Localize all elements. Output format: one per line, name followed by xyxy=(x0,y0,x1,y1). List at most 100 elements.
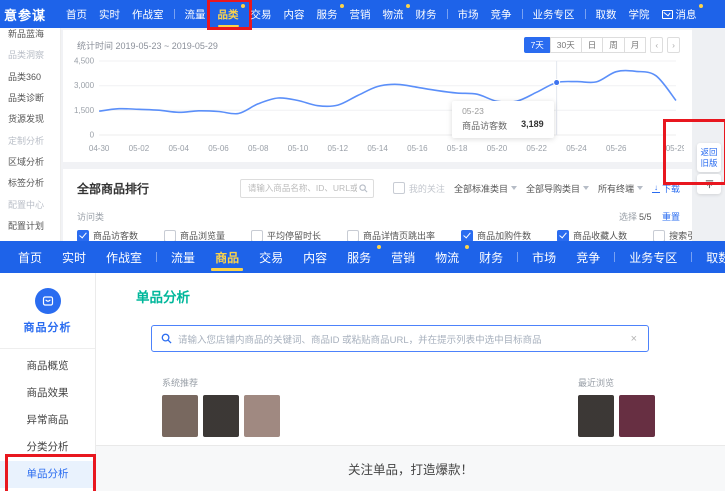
range-button-day[interactable]: 日 xyxy=(581,37,604,53)
nav-item-business-zone[interactable]: 业务专区 xyxy=(527,0,581,28)
metric-checkbox-page-views[interactable]: 商品浏览量 xyxy=(164,229,225,241)
nav-divider xyxy=(156,252,157,262)
nav-item-academy[interactable]: 学院 xyxy=(623,0,656,28)
sidebar-item-product-effect[interactable]: 商品效果 xyxy=(0,380,95,407)
sidebar-item-category-analysis[interactable]: 分类分析 xyxy=(0,434,95,461)
nav-item-category[interactable]: 品类 xyxy=(212,0,245,28)
chevron-down-icon xyxy=(583,186,589,190)
product-thumbnail[interactable] xyxy=(162,395,198,437)
metric-checkbox-row: 商品访客数商品浏览量平均停留时长商品详情页跳出率商品加购件数商品收藏人数搜索引导… xyxy=(77,229,680,241)
sidebar-item-abnormal-product[interactable]: 异常商品 xyxy=(0,407,95,434)
system-recommendation-thumbnails xyxy=(162,395,280,437)
metric-checkbox-detail-bounce-rate[interactable]: 商品详情页跳出率 xyxy=(347,229,435,241)
my-focus-checkbox[interactable]: 我的关注 xyxy=(393,182,445,195)
range-button-next[interactable]: › xyxy=(667,37,680,53)
nav-item-label: 竞争 xyxy=(576,249,600,266)
download-button[interactable]: ↓下载 xyxy=(652,182,680,195)
range-button-prev[interactable]: ‹ xyxy=(650,37,663,53)
recommendation-row: 系统推荐 最近浏览 xyxy=(162,376,725,437)
product-thumbnail[interactable] xyxy=(619,395,655,437)
nav-item-traffic[interactable]: 流量 xyxy=(161,241,205,273)
back-to-top-button[interactable] xyxy=(697,174,721,194)
nav-item-marketing[interactable]: 营销 xyxy=(344,0,377,28)
range-button-30d[interactable]: 30天 xyxy=(550,37,582,53)
nav-item-finance[interactable]: 财务 xyxy=(410,0,443,28)
app-logo: 意参谋 xyxy=(4,5,46,24)
product-search-box[interactable]: 请输入您店铺内商品的关键词、商品ID 或粘贴商品URL，并在提示列表中选中目标商… xyxy=(151,325,649,352)
sidebar-item-product-overview[interactable]: 商品概览 xyxy=(0,353,95,380)
metric-group-row: 访问类 选择5/5 重置 xyxy=(77,210,680,223)
svg-text:05-29: 05-29 xyxy=(666,144,684,153)
range-button-month[interactable]: 月 xyxy=(624,37,647,53)
nav-item-competition[interactable]: 竞争 xyxy=(485,0,518,28)
clear-search-icon[interactable]: × xyxy=(629,333,639,345)
notification-dot-icon xyxy=(699,4,703,8)
nav-item-service[interactable]: 服务 xyxy=(337,241,381,273)
nav-item-message[interactable]: 消息 xyxy=(656,0,703,28)
nav-item-label: 营销 xyxy=(350,7,371,22)
svg-text:05-26: 05-26 xyxy=(606,144,627,153)
nav-item-competition[interactable]: 竞争 xyxy=(566,241,610,273)
nav-item-logistics[interactable]: 物流 xyxy=(377,0,410,28)
nav-item-label: 营销 xyxy=(391,249,415,266)
nav-item-logistics[interactable]: 物流 xyxy=(425,241,469,273)
sidebar-item-category-360[interactable]: 品类360 xyxy=(0,66,60,87)
my-focus-label: 我的关注 xyxy=(409,182,445,195)
nav-item-home[interactable]: 首页 xyxy=(60,0,93,28)
nav-item-market[interactable]: 市场 xyxy=(522,241,566,273)
range-button-week[interactable]: 周 xyxy=(602,37,625,53)
metric-checkbox-visitor-count[interactable]: 商品访客数 xyxy=(77,229,138,241)
back-to-old-version-button[interactable]: 返回 旧版 xyxy=(697,143,721,172)
sidebar-item-new-blue-ocean[interactable]: 新品蓝海 xyxy=(0,28,60,44)
nav-item-war-room[interactable]: 作战室 xyxy=(126,0,170,28)
ranking-search-box[interactable] xyxy=(240,179,374,198)
filter-dropdown-standard-category[interactable]: 全部标准类目 xyxy=(454,182,517,195)
product-thumbnail[interactable] xyxy=(578,395,614,437)
sidebar-item-config-center: 配置中心 xyxy=(0,193,60,214)
sidebar-item-region-analysis[interactable]: 区域分析 xyxy=(0,151,60,172)
nav-item-war-room[interactable]: 作战室 xyxy=(96,241,152,273)
nav-item-realtime[interactable]: 实时 xyxy=(52,241,96,273)
nav-item-content[interactable]: 内容 xyxy=(293,241,337,273)
sidebar-item-tag-analysis[interactable]: 标签分析 xyxy=(0,172,60,193)
product-thumbnail[interactable] xyxy=(244,395,280,437)
range-button-7d[interactable]: 7天 xyxy=(524,37,551,53)
nav-item-product[interactable]: 商品 xyxy=(205,241,249,273)
nav-item-data-fetch[interactable]: 取数 xyxy=(696,241,725,273)
nav-item-traffic[interactable]: 流量 xyxy=(179,0,212,28)
download-icon: ↓ xyxy=(652,184,660,193)
filter-dropdown-guide-category[interactable]: 全部导购类目 xyxy=(526,182,589,195)
nav-item-home[interactable]: 首页 xyxy=(8,241,52,273)
nav-item-trade[interactable]: 交易 xyxy=(249,241,293,273)
sidebar-item-category-diagnosis[interactable]: 品类诊断 xyxy=(0,87,60,108)
nav-item-data-fetch[interactable]: 取数 xyxy=(590,0,623,28)
nav-divider xyxy=(691,252,692,262)
nav-item-finance[interactable]: 财务 xyxy=(469,241,513,273)
nav-item-market[interactable]: 市场 xyxy=(452,0,485,28)
metric-checkbox-cart-add-items[interactable]: 商品加购件数 xyxy=(461,229,531,241)
ranking-search-input[interactable] xyxy=(246,182,359,194)
sidebar-item-single-product-analysis[interactable]: 单品分析 xyxy=(0,461,95,488)
search-icon xyxy=(359,184,368,193)
system-recommendation-label: 系统推荐 xyxy=(162,376,280,389)
nav-item-realtime[interactable]: 实时 xyxy=(93,0,126,28)
tooltip-metric-label: 商品访客数 xyxy=(462,119,507,132)
nav-item-trade[interactable]: 交易 xyxy=(245,0,278,28)
product-thumbnail[interactable] xyxy=(203,395,239,437)
metric-checkbox-search-guided-visitors[interactable]: 搜索引导访客数 xyxy=(653,229,692,241)
nav-item-business-zone[interactable]: 业务专区 xyxy=(619,241,687,273)
reset-button[interactable]: 重置 xyxy=(662,212,680,222)
filter-dropdown-terminal[interactable]: 所有终端 xyxy=(598,182,643,195)
svg-text:1,500: 1,500 xyxy=(74,106,95,115)
sidebar-item-supply-discovery[interactable]: 货源发现 xyxy=(0,108,60,129)
metric-checkbox-avg-stay-time[interactable]: 平均停留时长 xyxy=(251,229,321,241)
metric-checkbox-favorite-users[interactable]: 商品收藏人数 xyxy=(557,229,627,241)
sidebar-divider xyxy=(0,348,95,349)
nav-item-label: 物流 xyxy=(383,7,404,22)
nav-item-content[interactable]: 内容 xyxy=(278,0,311,28)
nav-item-marketing[interactable]: 营销 xyxy=(381,241,425,273)
sidebar-item-config-plan[interactable]: 配置计划 xyxy=(0,215,60,236)
nav-item-service[interactable]: 服务 xyxy=(311,0,344,28)
trend-line-chart[interactable]: 01,5003,0004,50004-3005-0205-0405-0605-0… xyxy=(69,55,684,159)
nav-item-label: 交易 xyxy=(259,249,283,266)
